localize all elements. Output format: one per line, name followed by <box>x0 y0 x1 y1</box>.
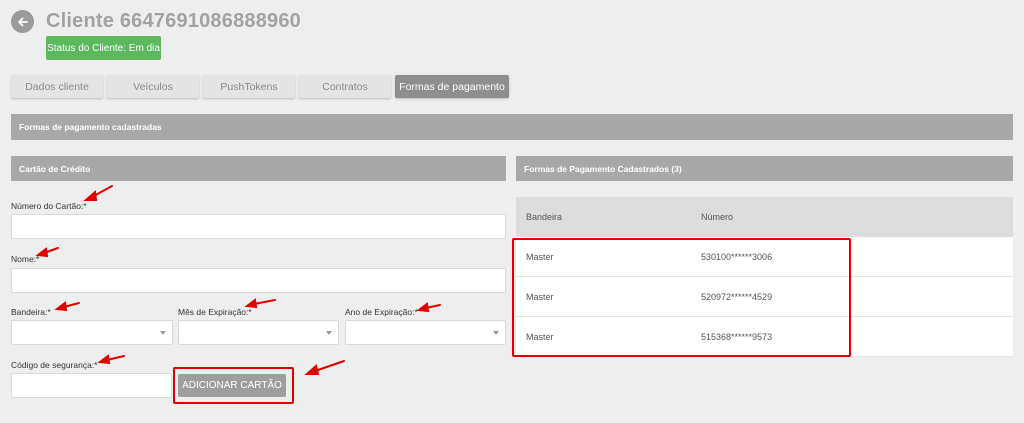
section-header-credit-card: Cartão de Crédito <box>11 156 506 181</box>
row-number: 520972******4529 <box>701 291 773 302</box>
chevron-down-icon <box>326 330 332 335</box>
annotation-arrow-icon <box>43 247 59 254</box>
row-brand: Master <box>526 291 554 302</box>
chevron-down-icon <box>493 330 499 335</box>
tab-contratos[interactable]: Contratos <box>299 75 391 98</box>
status-badge: Status do Cliente: Em dia <box>46 36 161 60</box>
saved-methods-title: Formas de Pagamento Cadastrados (3) <box>524 163 682 174</box>
section-header-saved-methods: Formas de Pagamento Cadastrados (3) <box>516 156 1013 181</box>
row-number: 530100******3006 <box>701 251 773 262</box>
name-label: Nome:* <box>11 254 40 264</box>
card-number-input[interactable] <box>11 214 506 239</box>
annotation-arrow-icon <box>425 304 441 309</box>
column-header-number: Número <box>701 212 734 222</box>
brand-select[interactable] <box>11 320 173 345</box>
exp-year-label: Ano de Expiração:* <box>345 307 418 317</box>
table-row[interactable]: Master 515368******9573 <box>516 317 1013 357</box>
exp-year-select[interactable] <box>345 320 506 345</box>
back-button[interactable] <box>11 10 34 33</box>
security-code-input[interactable] <box>11 373 172 398</box>
name-input[interactable] <box>11 268 506 293</box>
chevron-down-icon <box>160 330 166 335</box>
security-code-label: Código de segurança:* <box>11 360 98 370</box>
column-header-brand: Bandeira <box>526 212 563 222</box>
table-row[interactable]: Master 520972******4529 <box>516 277 1013 317</box>
arrow-left-icon <box>17 17 28 26</box>
tab-formas-de-pagamento[interactable]: Formas de pagamento <box>395 75 509 98</box>
tab-pushtokens[interactable]: PushTokens <box>203 75 295 98</box>
table-header: Bandeira Número <box>516 197 1013 237</box>
annotation-arrow-icon <box>91 185 113 198</box>
credit-card-title: Cartão de Crédito <box>19 163 91 174</box>
row-brand: Master <box>526 251 554 262</box>
tab-bar: Dados cliente Veículos PushTokens Contra… <box>11 75 509 98</box>
annotation-arrow-icon <box>314 360 345 372</box>
tab-veiculos[interactable]: Veículos <box>107 75 199 98</box>
table-row[interactable]: Master 530100******3006 <box>516 237 1013 277</box>
saved-methods-table: Bandeira Número Master 530100******3006 … <box>516 197 1013 357</box>
exp-month-select[interactable] <box>178 320 339 345</box>
annotation-arrow-icon <box>253 299 276 305</box>
section-title: Formas de pagamento cadastradas <box>19 122 162 132</box>
page-title: Cliente 6647691086888960 <box>46 10 302 32</box>
row-number: 515368******9573 <box>701 331 773 342</box>
annotation-arrow-icon <box>63 302 80 308</box>
row-brand: Master <box>526 331 554 342</box>
section-header-payment-methods: Formas de pagamento cadastradas <box>11 114 1013 140</box>
tab-dados-cliente[interactable]: Dados cliente <box>11 75 103 98</box>
card-number-label: Número do Cartão:* <box>11 201 87 211</box>
annotation-arrow-icon <box>106 355 125 361</box>
brand-label: Bandeira:* <box>11 307 51 317</box>
exp-month-label: Mês de Expiração:* <box>178 307 252 317</box>
add-card-button[interactable]: ADICIONAR CARTÃO <box>178 374 286 397</box>
